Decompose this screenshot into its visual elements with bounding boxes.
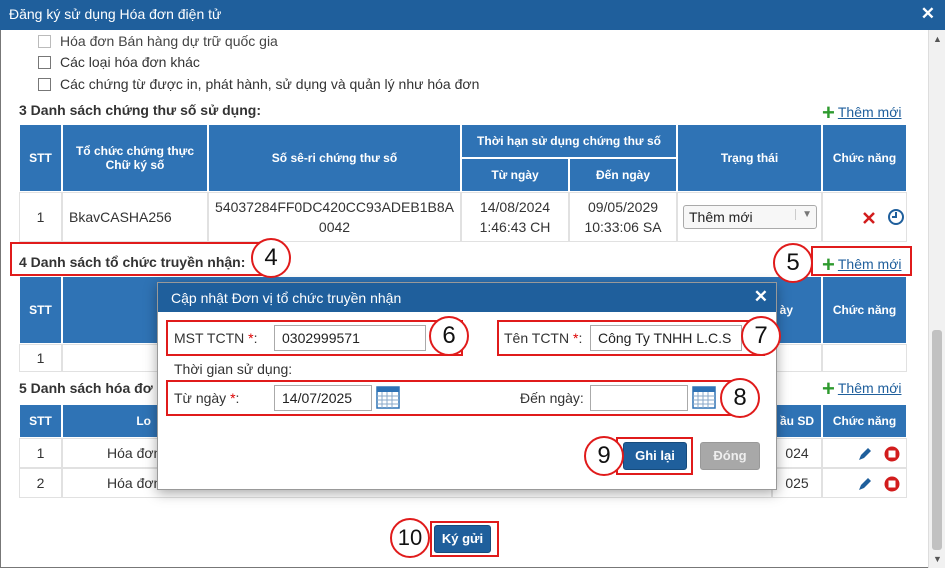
delete-icon[interactable] [861,210,877,226]
highlight-submit [430,521,499,557]
table-cell-year: 025 [772,468,822,498]
th-dau-sd: ầu SD [772,404,822,438]
th-stt: STT [19,404,62,438]
section5-title: 5 Danh sách hóa đơ [19,380,153,396]
window-close-icon[interactable]: ✕ [921,4,935,24]
th-func: Chức năng [822,276,907,344]
highlight-save [616,437,693,475]
th-func: Chức năng [822,404,907,438]
highlight-add [811,246,912,276]
table-cell-stt: 1 [19,192,62,242]
callout-7: 7 [741,316,781,356]
window-title: Đăng ký sử dụng Hóa đơn điện tử [9,6,222,22]
callout-5: 5 [773,243,813,283]
th-stt: STT [19,276,62,344]
callout-10: 10 [390,518,430,558]
dialog-close-icon[interactable]: ✕ [754,287,768,307]
chevron-down-icon: ▼ [795,209,812,220]
th-func: Chức năng [822,124,907,192]
table-cell-stt: 2 [19,468,62,498]
clock-icon[interactable] [887,208,905,226]
checkbox-hd-du-tru[interactable]: Hóa đơn Bán hàng dự trữ quốc gia [38,33,278,49]
window-titlebar: Đăng ký sử dụng Hóa đơn điện tử ✕ [0,0,945,30]
table-cell-stt: 1 [19,438,62,468]
table-cell-func [822,344,907,372]
th-to: Đến ngày [569,158,677,192]
th-org: Tổ chức chứng thực Chữ ký số [62,124,208,192]
dialog-header: Cập nhật Đơn vị tổ chức truyền nhận ✕ [158,283,776,312]
edit-icon[interactable] [857,476,873,492]
callout-6: 6 [429,316,469,356]
checkbox-box[interactable] [38,35,51,48]
section3-title: 3 Danh sách chứng thư số sử dụng: [19,102,261,118]
table-cell-stt: 1 [19,344,62,372]
highlight-dates [166,380,744,416]
plus-icon: + [822,376,835,401]
highlight-section4 [10,242,276,276]
th-from: Từ ngày [461,158,569,192]
checkbox-box[interactable] [38,78,51,91]
section3-add-button[interactable]: + Thêm mới [822,100,902,126]
plus-icon: + [822,100,835,125]
section5-add-button[interactable]: + Thêm mới [822,376,902,402]
callout-4: 4 [251,238,291,278]
scroll-down-icon[interactable]: ▼ [933,554,942,564]
th-stt: STT [19,124,62,192]
checkbox-hd-khac[interactable]: Các loại hóa đơn khác [38,54,200,70]
scroll-up-icon[interactable]: ▲ [933,34,942,44]
th-serial: Số sê-ri chứng thư số [208,124,461,192]
dialog-title: Cập nhật Đơn vị tổ chức truyền nhận [171,290,402,306]
highlight-ten [497,320,765,356]
stop-icon[interactable] [883,475,901,493]
stop-icon[interactable] [883,445,901,463]
highlight-mst [166,320,463,356]
scrollbar[interactable]: ▲ ▼ [928,30,945,568]
table-cell-to: 09/05/2029 10:33:06 SA [569,192,677,242]
time-label: Thời gian sử dụng: [174,361,293,377]
status-select[interactable]: Thêm mới ▼ [683,205,817,229]
callout-8: 8 [720,378,760,418]
th-validity: Thời hạn sử dụng chứng thư số [461,124,677,158]
table-cell-year: 024 [772,438,822,468]
callout-9: 9 [584,436,624,476]
scrollbar-thumb[interactable] [932,330,942,550]
table-cell-from: 14/08/2024 1:46:43 CH [461,192,569,242]
th-status: Trạng thái [677,124,822,192]
table-cell-org: BkavCASHA256 [62,192,208,242]
checkbox-box[interactable] [38,56,51,69]
close-button[interactable]: Đóng [700,442,760,470]
table-cell-serial: 54037284FF0DC420CC93ADEB1B8A0042 [208,192,461,242]
edit-icon[interactable] [857,446,873,462]
checkbox-chung-tu[interactable]: Các chứng từ được in, phát hành, sử dụng… [38,76,479,92]
